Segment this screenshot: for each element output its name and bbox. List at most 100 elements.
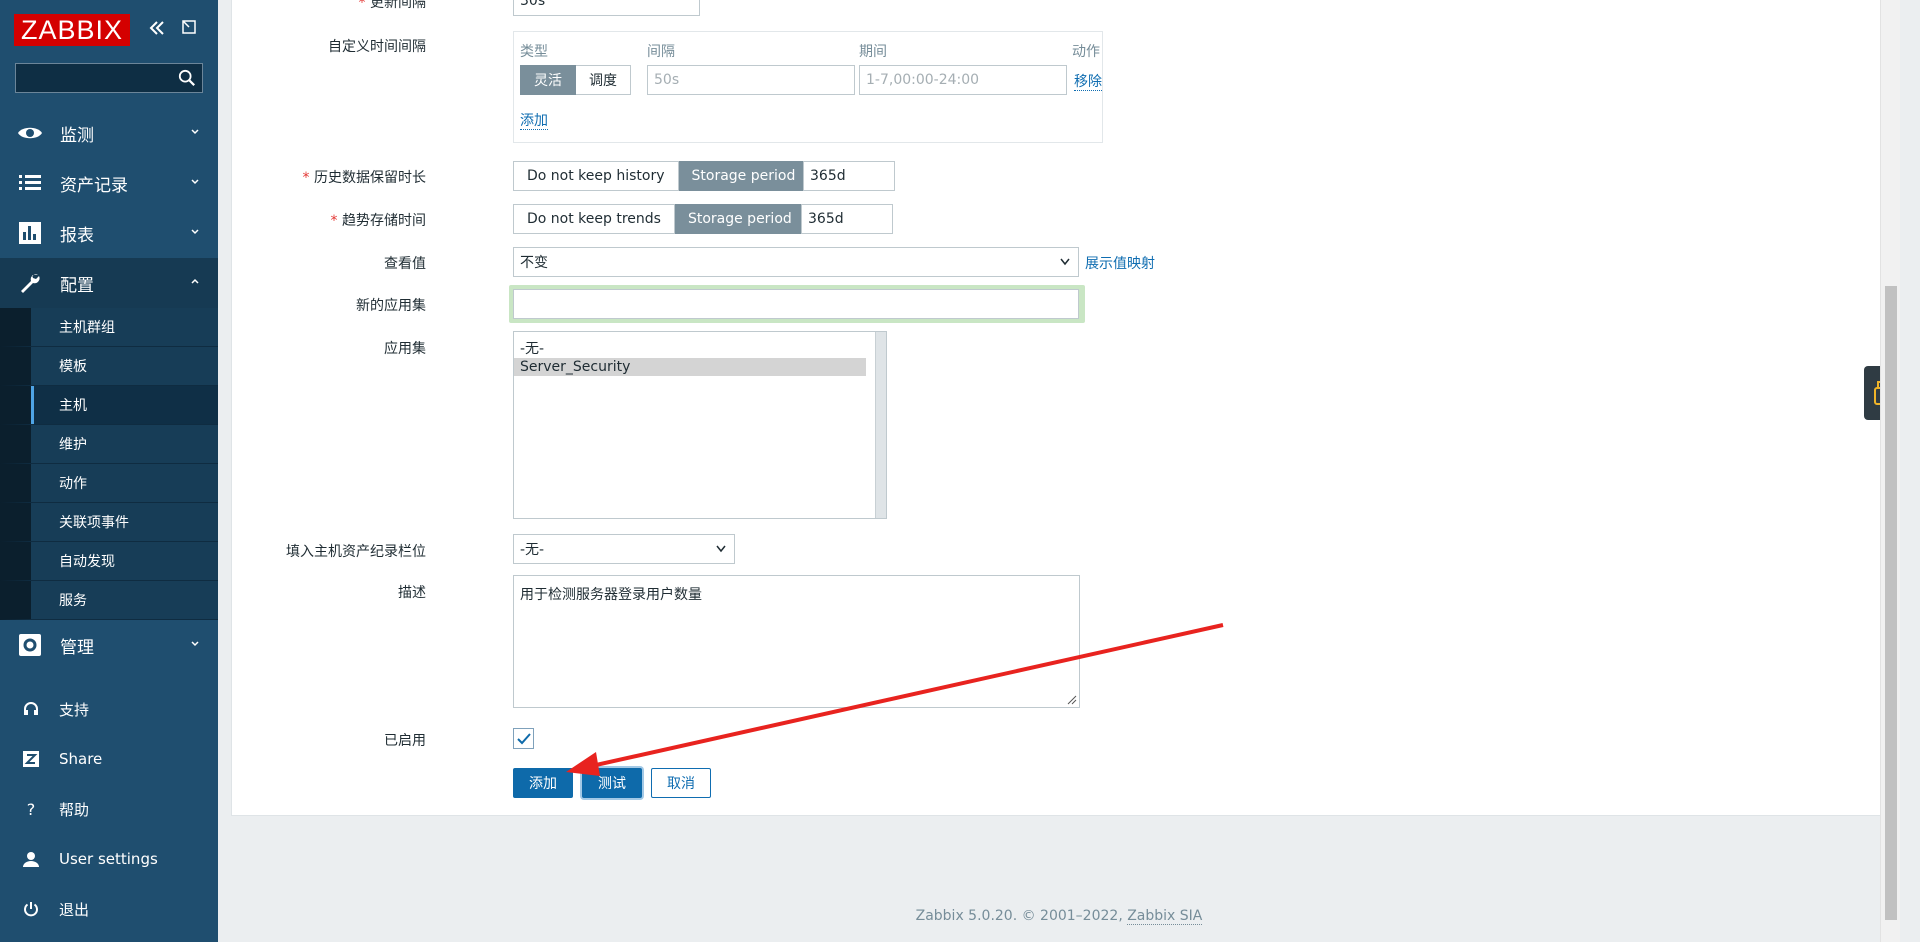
main-content: 更新间隔 30s 自定义时间间隔 类型 间隔 期间 动作 灵活 调度 50s 1… bbox=[218, 0, 1900, 942]
zabbix-share-icon bbox=[20, 748, 42, 770]
wrench-icon bbox=[16, 269, 44, 297]
show-value-select[interactable]: 不变 bbox=[513, 247, 1079, 277]
user-icon bbox=[20, 848, 42, 870]
footer-link[interactable]: Zabbix SIA bbox=[1127, 908, 1203, 925]
update-interval-label: 更新间隔 bbox=[359, 0, 426, 12]
submenu-item-templates[interactable]: 模板 bbox=[0, 347, 218, 386]
applications-listbox[interactable]: -无- Server_Security bbox=[513, 331, 887, 519]
new-application-label: 新的应用集 bbox=[356, 298, 426, 314]
col-interval-header: 间隔 bbox=[647, 44, 675, 60]
resize-handle-icon[interactable] bbox=[1067, 695, 1077, 705]
new-application-input[interactable] bbox=[513, 289, 1079, 319]
inventory-select[interactable]: -无- bbox=[513, 534, 735, 564]
trends-label: 趋势存储时间 bbox=[331, 210, 426, 230]
menu-label: 监测 bbox=[60, 125, 94, 146]
gear-icon bbox=[16, 631, 44, 659]
menu-item-monitoring[interactable]: 监测 bbox=[0, 108, 218, 158]
custom-intervals-table: 类型 间隔 期间 动作 灵活 调度 50s 1-7,00:00-24:00 移除… bbox=[513, 31, 1103, 143]
page-scrollbar[interactable] bbox=[1880, 0, 1900, 942]
footer: Zabbix 5.0.20. © 2001–2022, Zabbix SIA bbox=[218, 908, 1900, 925]
footer-text: Zabbix 5.0.20. © 2001–2022, bbox=[915, 908, 1123, 924]
remove-interval-link[interactable]: 移除 bbox=[1074, 71, 1102, 91]
test-button[interactable]: 测试 bbox=[582, 768, 642, 798]
sidebar-search[interactable] bbox=[15, 63, 203, 93]
add-button[interactable]: 添加 bbox=[513, 768, 573, 798]
trends-toggle: Do not keep trends Storage period bbox=[513, 204, 806, 234]
type-flexible-button[interactable]: 灵活 bbox=[520, 65, 576, 95]
submenu-item-host-groups[interactable]: 主机群组 bbox=[0, 308, 218, 347]
search-input[interactable] bbox=[16, 64, 171, 92]
scrollbar-thumb[interactable] bbox=[1885, 286, 1897, 920]
menu-item-help[interactable]: ? 帮助 bbox=[0, 784, 218, 834]
type-scheduling-button[interactable]: 调度 bbox=[576, 65, 631, 95]
menu-label: 管理 bbox=[60, 637, 94, 658]
menu-label: 退出 bbox=[59, 900, 90, 919]
bar-chart-icon bbox=[16, 219, 44, 247]
menu-label: Share bbox=[59, 750, 103, 768]
enabled-checkbox[interactable] bbox=[513, 728, 534, 749]
menu-label: 帮助 bbox=[59, 800, 90, 819]
zabbix-logo[interactable]: ZABBIX bbox=[14, 14, 130, 46]
power-icon bbox=[20, 898, 42, 920]
search-icon[interactable] bbox=[178, 69, 196, 87]
interval-input[interactable]: 50s bbox=[647, 65, 855, 95]
listbox-scrollbar[interactable] bbox=[875, 332, 886, 518]
history-toggle: Do not keep history Storage period bbox=[513, 161, 810, 191]
cancel-button[interactable]: 取消 bbox=[651, 768, 711, 798]
chevron-down-icon bbox=[191, 179, 199, 185]
history-storage-period-button[interactable]: Storage period bbox=[678, 161, 810, 191]
interval-type-toggle: 灵活 调度 bbox=[520, 65, 631, 95]
bottom-menu: 支持 Share ? 帮助 User settings 退出 bbox=[0, 684, 218, 934]
menu-item-configuration[interactable]: 配置 bbox=[0, 258, 218, 308]
menu-label: User settings bbox=[59, 850, 158, 868]
application-option[interactable]: Server_Security bbox=[514, 358, 866, 376]
chevron-down-icon bbox=[716, 545, 726, 553]
collapse-sidebar-icon[interactable] bbox=[146, 18, 168, 40]
show-value-label: 查看值 bbox=[384, 256, 426, 272]
update-interval-input[interactable]: 30s bbox=[513, 0, 700, 16]
submenu-item-actions[interactable]: 动作 bbox=[0, 464, 218, 503]
kiosk-mode-icon[interactable] bbox=[178, 18, 200, 40]
submenu-item-services[interactable]: 服务 bbox=[0, 581, 218, 620]
sidebar: ZABBIX 监测 资产记录 报表 配置 主机群组 模板 主机 维护 动作 关联… bbox=[0, 0, 218, 942]
chevron-down-icon bbox=[191, 229, 199, 235]
menu-item-inventory[interactable]: 资产记录 bbox=[0, 158, 218, 208]
menu-item-share[interactable]: Share bbox=[0, 734, 218, 784]
col-period-header: 期间 bbox=[859, 44, 887, 60]
menu-item-user-settings[interactable]: User settings bbox=[0, 834, 218, 884]
description-label: 描述 bbox=[398, 585, 426, 601]
configuration-submenu: 主机群组 模板 主机 维护 动作 关联项事件 自动发现 服务 bbox=[0, 308, 218, 620]
menu-label: 支持 bbox=[59, 700, 90, 719]
submenu-item-maintenance[interactable]: 维护 bbox=[0, 425, 218, 464]
applications-label: 应用集 bbox=[384, 341, 426, 357]
main-menu: 监测 资产记录 报表 配置 主机群组 模板 主机 维护 动作 关联项事件 自动发… bbox=[0, 108, 218, 670]
show-value-mappings-link[interactable]: 展示值映射 bbox=[1085, 253, 1155, 273]
menu-item-logout[interactable]: 退出 bbox=[0, 884, 218, 934]
menu-label: 资产记录 bbox=[60, 175, 128, 196]
trends-period-input[interactable]: 365d bbox=[801, 204, 893, 234]
menu-item-reports[interactable]: 报表 bbox=[0, 208, 218, 258]
submenu-item-discovery[interactable]: 自动发现 bbox=[0, 542, 218, 581]
do-not-keep-history-button[interactable]: Do not keep history bbox=[513, 161, 679, 191]
history-period-input[interactable]: 365d bbox=[803, 161, 895, 191]
history-label: 历史数据保留时长 bbox=[303, 167, 426, 187]
submenu-item-hosts[interactable]: 主机 bbox=[0, 386, 218, 425]
submenu-item-event-correlation[interactable]: 关联项事件 bbox=[0, 503, 218, 542]
application-option[interactable]: -无- bbox=[514, 340, 886, 358]
menu-item-support[interactable]: 支持 bbox=[0, 684, 218, 734]
eye-icon bbox=[16, 119, 44, 147]
description-textarea[interactable]: 用于检测服务器登录用户数量 bbox=[513, 575, 1080, 708]
chevron-up-icon bbox=[191, 278, 199, 284]
trends-storage-period-button[interactable]: Storage period bbox=[674, 204, 806, 234]
menu-item-administration[interactable]: 管理 bbox=[0, 620, 218, 670]
custom-intervals-label: 自定义时间间隔 bbox=[328, 39, 426, 55]
description-text: 用于检测服务器登录用户数量 bbox=[520, 587, 702, 603]
period-input[interactable]: 1-7,00:00-24:00 bbox=[859, 65, 1067, 95]
col-type-header: 类型 bbox=[520, 44, 548, 60]
item-form-panel: 更新间隔 30s 自定义时间间隔 类型 间隔 期间 动作 灵活 调度 50s 1… bbox=[231, 0, 1887, 816]
add-interval-link[interactable]: 添加 bbox=[520, 110, 548, 130]
chevron-down-icon bbox=[1060, 258, 1070, 266]
show-value-selected: 不变 bbox=[520, 255, 548, 271]
menu-label: 报表 bbox=[60, 225, 94, 246]
do-not-keep-trends-button[interactable]: Do not keep trends bbox=[513, 204, 675, 234]
